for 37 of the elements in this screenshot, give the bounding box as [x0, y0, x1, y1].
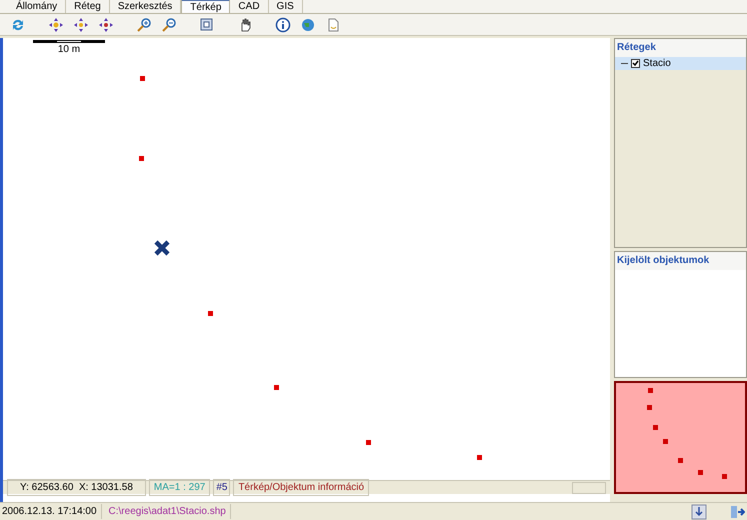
cross-marker	[154, 240, 170, 256]
menu-tab[interactable]: CAD	[230, 0, 269, 13]
point-marker	[208, 311, 213, 316]
layer-checkbox[interactable]	[631, 59, 640, 68]
point-marker	[140, 76, 145, 81]
mode-readout: Térkép/Objektum információ	[233, 479, 370, 496]
exit-door-icon[interactable]	[729, 504, 745, 520]
zoom-out-icon[interactable]	[161, 16, 177, 32]
globe-icon[interactable]	[300, 16, 316, 32]
menu-tab[interactable]: Állomány	[8, 0, 66, 13]
layer-name: Stacio	[643, 57, 671, 71]
overview-map[interactable]	[614, 381, 747, 494]
scale-readout: MA=1 : 297	[148, 479, 210, 496]
menu-tab[interactable]: GIS	[268, 0, 303, 13]
checkmark-icon	[632, 60, 639, 67]
zoom-extent-icon[interactable]	[48, 16, 64, 32]
point-marker	[366, 440, 371, 445]
datetime-readout: 2006.12.13. 17:14:00	[2, 504, 102, 519]
point-marker	[477, 455, 482, 460]
coordinates-readout: Y: 62563.60 X: 13031.58	[7, 479, 146, 496]
info-icon[interactable]	[275, 16, 291, 32]
layer-row[interactable]: Stacio	[615, 57, 746, 70]
menu-tab[interactable]: Réteg	[66, 0, 110, 13]
panel-title: Rétegek	[615, 39, 746, 57]
zoom-in-icon[interactable]	[136, 16, 152, 32]
scale-label: 10 m	[58, 44, 80, 55]
layer-number: #5	[213, 479, 230, 496]
point-marker	[274, 385, 279, 390]
center-icon[interactable]	[98, 16, 114, 32]
panel-title: Kijelölt objektumok	[615, 252, 746, 270]
file-path: C:\reegis\adat1\Stacio.shp	[104, 504, 231, 519]
pan-icon[interactable]	[73, 16, 89, 32]
menu-tab[interactable]: Térkép	[181, 0, 230, 13]
map-canvas[interactable]: 10 m	[3, 38, 610, 480]
point-marker	[139, 156, 144, 161]
zoom-window-icon[interactable]	[199, 16, 215, 32]
download-icon[interactable]	[691, 504, 707, 520]
